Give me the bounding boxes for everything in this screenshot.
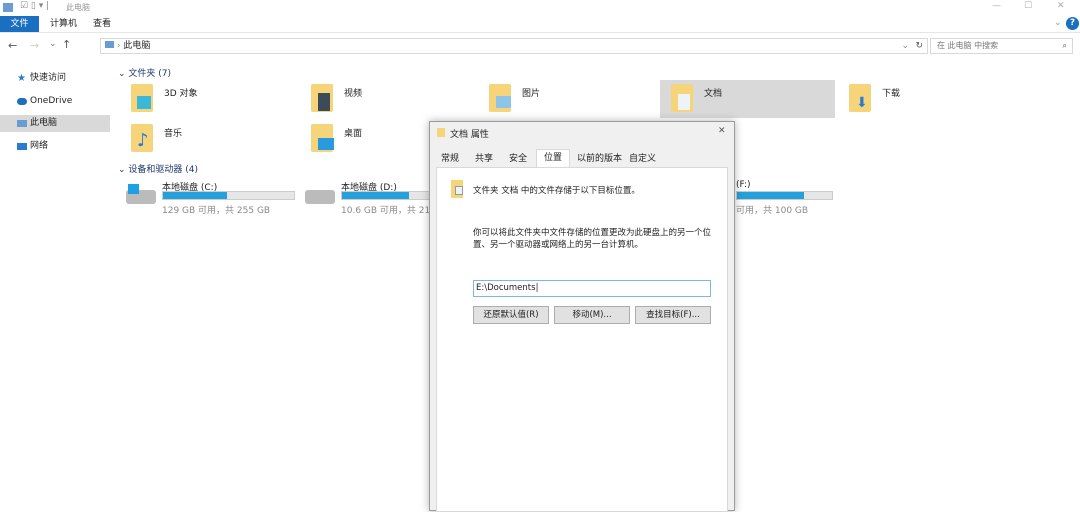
location-heading: 文件夹 文档 中的文件存储于以下目标位置。: [473, 186, 640, 196]
folder-pictures[interactable]: 图片: [478, 80, 653, 118]
folder-name: 下载: [882, 89, 901, 99]
up-button[interactable]: ↑: [62, 38, 71, 51]
folder-downloads-icon: ⬇: [849, 84, 871, 112]
address-dropdown-icon[interactable]: ⌄: [901, 39, 909, 53]
folder-name: 3D 对象: [164, 89, 198, 99]
nav-network[interactable]: 网络: [0, 138, 110, 155]
path-value: E:\Documents: [476, 283, 536, 293]
nav-quick-access[interactable]: ★ 快速访问: [0, 70, 110, 87]
group-label: 设备和驱动器 (4): [128, 165, 199, 175]
maximize-button[interactable]: ☐: [1024, 1, 1032, 11]
drives-group-header[interactable]: ⌄ 设备和驱动器 (4): [118, 162, 198, 175]
drive-info: 129 GB 可用，共 255 GB: [162, 206, 271, 216]
computer-icon: [105, 41, 114, 48]
tab-sharing[interactable]: 共享: [470, 151, 498, 167]
location-path-input[interactable]: E:\Documents|: [473, 280, 711, 297]
nav-onedrive[interactable]: OneDrive: [0, 93, 110, 110]
tab-location[interactable]: 位置: [536, 149, 571, 168]
folders-group-header[interactable]: ⌄ 文件夹 (7): [118, 66, 171, 79]
drive-usage-bar: [162, 191, 295, 200]
folder-icon: [437, 128, 445, 137]
folder-name: 桌面: [344, 129, 363, 139]
drive-c[interactable]: 本地磁盘 (C:) 129 GB 可用，共 255 GB: [126, 180, 306, 220]
computer-icon: [17, 120, 27, 127]
refresh-button[interactable]: ↻: [915, 39, 923, 53]
computer-icon: [3, 3, 13, 12]
nav-this-pc[interactable]: 此电脑: [0, 115, 110, 132]
folder-3d-icon: [131, 84, 153, 112]
ribbon: 文件 计算机 查看 ⌄ ?: [0, 16, 1080, 33]
folder-music[interactable]: ♪ 音乐: [120, 120, 295, 158]
back-button[interactable]: ←: [8, 39, 17, 52]
search-placeholder: 在 此电脑 中搜索: [937, 41, 999, 50]
search-icon: ⌕: [1062, 41, 1067, 50]
tab-customize[interactable]: 自定义: [624, 151, 661, 167]
folder-name: 文档: [704, 89, 723, 99]
nav-label: OneDrive: [30, 96, 73, 106]
tab-file[interactable]: 文件: [0, 16, 39, 32]
properties-dialog: 文档 属性 ✕ 常规 共享 安全 位置 以前的版本 自定义 文件夹 文档 中的文…: [429, 121, 735, 512]
quick-access-toolbar[interactable]: ☑ ▯ ▾ |: [20, 1, 49, 11]
drive-usage-fill: [342, 192, 409, 199]
dialog-close-button[interactable]: ✕: [718, 126, 726, 136]
documents-folder-icon: [451, 180, 463, 198]
drive-name: (F:): [736, 180, 751, 190]
drive-info: 可用，共 100 GB: [736, 206, 809, 216]
forward-button[interactable]: →: [30, 39, 39, 52]
find-target-button[interactable]: 查找目标(F)...: [635, 306, 711, 324]
drive-info: 10.6 GB 可用，共 21.8: [341, 206, 439, 216]
tab-security[interactable]: 安全: [504, 151, 532, 167]
windows-drive-icon: [126, 184, 156, 204]
folder-video-icon: [311, 84, 333, 112]
folder-pictures-icon: [489, 84, 511, 112]
address-bar[interactable]: › 此电脑 ⌄ ↻: [100, 38, 928, 54]
expand-ribbon-icon[interactable]: ⌄: [1054, 18, 1062, 28]
search-input[interactable]: 在 此电脑 中搜索 ⌕: [930, 38, 1073, 54]
tab-general[interactable]: 常规: [436, 151, 464, 167]
location-panel: 文件夹 文档 中的文件存储于以下目标位置。 你可以将此文件夹中文件存储的位置更改…: [436, 167, 728, 512]
star-icon: ★: [17, 73, 26, 84]
nav-label: 此电脑: [30, 118, 58, 128]
drive-usage-fill: [163, 192, 228, 199]
folder-name: 图片: [522, 89, 541, 99]
folder-name: 视频: [344, 89, 363, 99]
folder-name: 音乐: [164, 129, 183, 139]
location-description: 你可以将此文件夹中文件存储的位置更改为此硬盘上的另一个位置、另一个驱动器或网络上…: [473, 228, 712, 250]
folder-documents-icon: [671, 84, 693, 112]
tab-view[interactable]: 查看: [83, 16, 121, 32]
nav-label: 网络: [30, 141, 49, 151]
breadcrumb[interactable]: 此电脑: [123, 41, 150, 51]
close-button[interactable]: ✕: [1057, 1, 1065, 11]
navigation-pane: ★ 快速访问 OneDrive 此电脑 网络: [0, 70, 110, 160]
folder-downloads[interactable]: ⬇ 下载: [838, 80, 1013, 118]
title-bar: ☑ ▯ ▾ | 此电脑 — ☐ ✕: [0, 0, 1080, 16]
restore-default-button[interactable]: 还原默认值(R): [473, 306, 549, 324]
cloud-icon: [17, 98, 27, 105]
folder-3d-objects[interactable]: 3D 对象: [120, 80, 295, 118]
nav-label: 快速访问: [30, 73, 67, 83]
network-icon: [17, 143, 27, 150]
drive-usage-bar: [736, 191, 833, 200]
move-button[interactable]: 移动(M)...: [554, 306, 630, 324]
folder-desktop-icon: [311, 124, 334, 152]
recent-locations-button[interactable]: ⌄: [49, 39, 57, 49]
dialog-title: 文档 属性: [450, 130, 489, 140]
minimize-button[interactable]: —: [992, 1, 1001, 11]
help-button[interactable]: ?: [1066, 17, 1079, 30]
group-label: 文件夹 (7): [128, 69, 172, 79]
tab-computer[interactable]: 计算机: [40, 16, 87, 32]
folder-documents[interactable]: 文档: [660, 80, 835, 118]
drive-usage-fill: [737, 192, 804, 199]
window-title: 此电脑: [66, 3, 90, 12]
drive-icon: [305, 190, 335, 204]
folder-videos[interactable]: 视频: [300, 80, 475, 118]
folder-music-icon: ♪: [131, 124, 153, 152]
tab-previous-versions[interactable]: 以前的版本: [572, 151, 627, 167]
